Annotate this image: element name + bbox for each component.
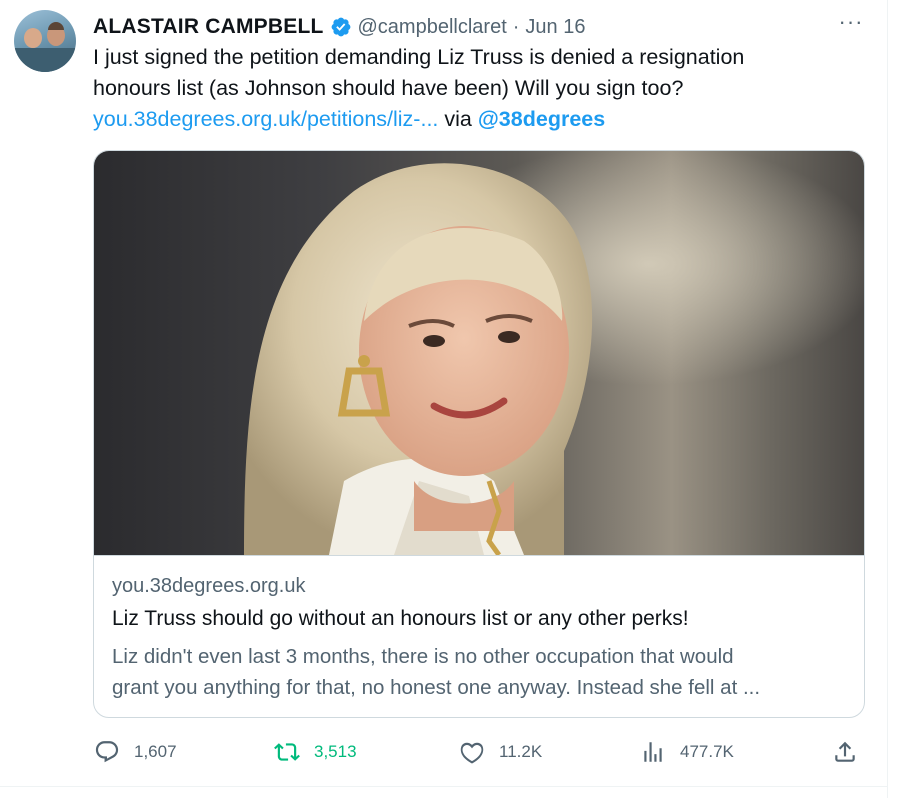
views-button[interactable]: 477.7K — [640, 734, 734, 770]
like-button[interactable]: 11.2K — [459, 734, 542, 770]
card-domain: you.38degrees.org.uk — [112, 575, 306, 597]
mention-link[interactable]: @38degrees — [478, 107, 605, 131]
card-image[interactable] — [94, 151, 864, 556]
tweet-header: ALASTAIR CAMPBELL @campbellclaret · Jun … — [93, 12, 585, 42]
card-description-line-2: grant you anything for that, no honest o… — [112, 676, 761, 699]
timeline-border-right — [887, 0, 888, 798]
author-handle[interactable]: @campbellclaret — [358, 16, 507, 39]
share-icon — [835, 741, 855, 762]
tweet-text-line-2: honours list (as Johnson should have bee… — [93, 76, 684, 100]
views-chart-icon — [644, 742, 662, 762]
header-separator: · — [512, 15, 520, 38]
author-name[interactable]: ALASTAIR CAMPBELL — [93, 15, 324, 39]
via-label: via — [444, 107, 472, 131]
tweet-text-line-1: I just signed the petition demanding Liz… — [93, 45, 745, 69]
reply-button[interactable]: 1,607 — [94, 734, 177, 770]
timeline-border-bottom — [0, 786, 888, 787]
tweet-date[interactable]: Jun 16 — [525, 16, 585, 39]
card-description-line-1: Liz didn't even last 3 months, there is … — [112, 645, 734, 668]
reply-count: 1,607 — [134, 742, 177, 761]
retweet-icon — [274, 743, 300, 761]
card-description: Liz didn't even last 3 months, there is … — [112, 641, 852, 703]
card-title: Liz Truss should go without an honours l… — [112, 607, 689, 630]
avatar[interactable] — [14, 10, 76, 72]
like-count: 11.2K — [499, 742, 543, 761]
tweet-text-line-3: you.38degrees.org.uk/petitions/liz-... v… — [93, 104, 853, 135]
heart-icon — [460, 742, 484, 764]
retweet-count: 3,513 — [314, 742, 357, 761]
more-dots-icon[interactable]: ··· — [836, 11, 866, 40]
views-count: 477.7K — [680, 742, 734, 761]
tweet-actions: 1,607 3,513 11.2K 477.7K — [0, 734, 880, 770]
share-button[interactable] — [832, 734, 872, 770]
tweet-text: I just signed the petition demanding Liz… — [93, 42, 853, 135]
verified-badge-icon[interactable] — [330, 16, 352, 38]
reply-icon — [95, 741, 119, 763]
retweet-button[interactable]: 3,513 — [274, 734, 357, 770]
link-preview-card[interactable]: you.38degrees.org.uk Liz Truss should go… — [93, 150, 865, 718]
petition-link[interactable]: you.38degrees.org.uk/petitions/liz-... — [93, 107, 438, 131]
